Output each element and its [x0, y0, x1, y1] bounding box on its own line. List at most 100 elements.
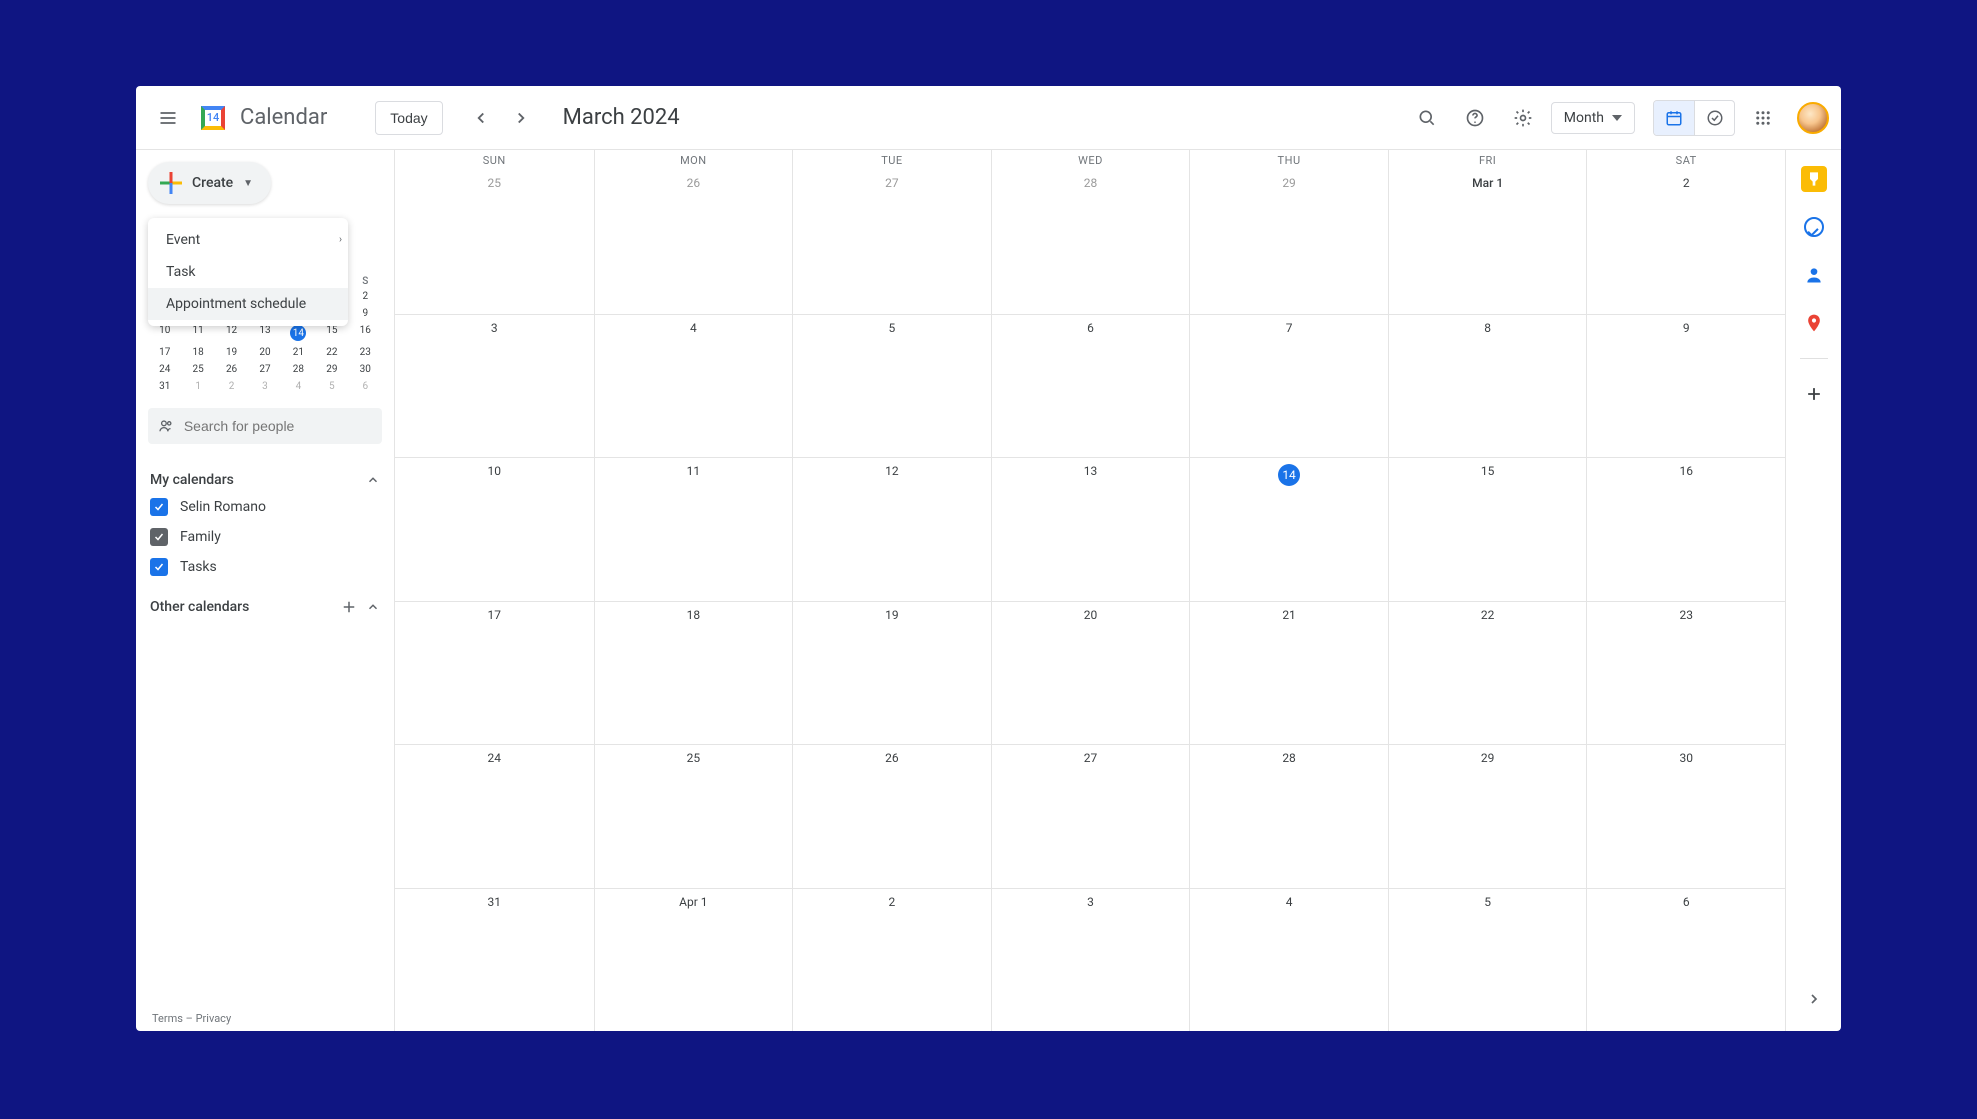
collapse-side-panel-button[interactable]	[1798, 983, 1830, 1015]
maps-button[interactable]	[1801, 310, 1827, 336]
today-button[interactable]: Today	[375, 101, 442, 135]
mini-day[interactable]: 4	[282, 379, 315, 394]
keep-button[interactable]	[1801, 166, 1827, 192]
month-day-cell[interactable]: 4	[594, 314, 793, 458]
addons-button[interactable]	[1801, 381, 1827, 407]
mini-day[interactable]: 24	[148, 362, 181, 377]
month-day-cell[interactable]: 5	[792, 314, 991, 458]
mini-day[interactable]: 30	[349, 362, 382, 377]
month-day-cell[interactable]: 6	[1586, 888, 1785, 1032]
calendar-checkbox[interactable]	[150, 528, 168, 546]
mini-day[interactable]: 2	[349, 289, 382, 304]
month-day-cell[interactable]: 17	[395, 601, 594, 745]
calendar-mode-button[interactable]	[1654, 101, 1694, 135]
month-day-cell[interactable]: 30	[1586, 744, 1785, 888]
month-day-cell[interactable]: 26	[594, 170, 793, 314]
other-calendars-toggle[interactable]: Other calendars	[148, 594, 382, 620]
mini-day[interactable]: 22	[315, 345, 348, 360]
month-day-cell[interactable]: 24	[395, 744, 594, 888]
mini-day[interactable]: 29	[315, 362, 348, 377]
month-day-cell[interactable]: 15	[1388, 457, 1587, 601]
month-day-cell[interactable]: 19	[792, 601, 991, 745]
month-day-cell[interactable]: 25	[594, 744, 793, 888]
tasks-mode-button[interactable]	[1694, 101, 1734, 135]
mini-day[interactable]: 19	[215, 345, 248, 360]
month-day-cell[interactable]: 2	[792, 888, 991, 1032]
mini-day[interactable]: 16	[349, 323, 382, 343]
month-day-cell[interactable]: 28	[991, 170, 1190, 314]
mini-day[interactable]: 31	[148, 379, 181, 394]
mini-day[interactable]: 26	[215, 362, 248, 377]
calendar-item[interactable]: Family	[148, 522, 382, 552]
mini-day[interactable]: 17	[148, 345, 181, 360]
month-day-cell[interactable]: 5	[1388, 888, 1587, 1032]
month-day-cell[interactable]: 13	[991, 457, 1190, 601]
month-day-cell[interactable]: 3	[395, 314, 594, 458]
contacts-button[interactable]	[1801, 262, 1827, 288]
search-people[interactable]	[148, 408, 382, 444]
tasks-button[interactable]	[1801, 214, 1827, 240]
menu-item-appointment[interactable]: Appointment schedule	[148, 288, 348, 320]
month-day-cell[interactable]: 21	[1189, 601, 1388, 745]
terms-link[interactable]: Terms	[152, 1012, 183, 1025]
menu-item-task[interactable]: Task	[148, 256, 348, 288]
menu-item-event[interactable]: Event ›	[148, 224, 348, 256]
search-people-input[interactable]	[184, 418, 372, 434]
month-day-cell[interactable]: 10	[395, 457, 594, 601]
month-day-cell[interactable]: 3	[991, 888, 1190, 1032]
month-day-cell[interactable]: 22	[1388, 601, 1587, 745]
settings-button[interactable]	[1503, 98, 1543, 138]
privacy-link[interactable]: Privacy	[196, 1012, 232, 1025]
mini-day[interactable]: 6	[349, 379, 382, 394]
mini-day[interactable]: 21	[282, 345, 315, 360]
account-avatar[interactable]	[1797, 102, 1829, 134]
mini-day[interactable]: 18	[181, 345, 214, 360]
mini-day[interactable]: 15	[315, 323, 348, 343]
month-day-cell[interactable]: 7	[1189, 314, 1388, 458]
month-day-cell[interactable]: 12	[792, 457, 991, 601]
mini-day[interactable]: 1	[181, 379, 214, 394]
mini-day[interactable]: 27	[248, 362, 281, 377]
mini-day[interactable]: 20	[248, 345, 281, 360]
create-button[interactable]: Create ▼	[148, 162, 271, 204]
month-day-cell[interactable]: 27	[991, 744, 1190, 888]
month-day-cell[interactable]: 25	[395, 170, 594, 314]
month-day-cell[interactable]: 4	[1189, 888, 1388, 1032]
month-day-cell[interactable]: 2	[1586, 170, 1785, 314]
month-day-cell[interactable]: 11	[594, 457, 793, 601]
calendar-checkbox[interactable]	[150, 558, 168, 576]
my-calendars-toggle[interactable]: My calendars	[148, 468, 382, 492]
help-button[interactable]	[1455, 98, 1495, 138]
prev-month-button[interactable]	[461, 98, 501, 138]
mini-day[interactable]: 13	[248, 323, 281, 343]
mini-day[interactable]: 3	[248, 379, 281, 394]
view-select[interactable]: Month	[1551, 102, 1635, 134]
search-button[interactable]	[1407, 98, 1447, 138]
calendar-item[interactable]: Selin Romano	[148, 492, 382, 522]
month-day-cell[interactable]: 29	[1388, 744, 1587, 888]
mini-day[interactable]: 2	[215, 379, 248, 394]
month-day-cell[interactable]: 8	[1388, 314, 1587, 458]
month-day-cell[interactable]: 26	[792, 744, 991, 888]
mini-day[interactable]: 10	[148, 323, 181, 343]
mini-day[interactable]: 9	[349, 306, 382, 321]
month-day-cell[interactable]: 18	[594, 601, 793, 745]
main-menu-button[interactable]	[148, 98, 188, 138]
plus-icon[interactable]	[340, 598, 358, 616]
mini-day[interactable]: 28	[282, 362, 315, 377]
month-day-cell[interactable]: 28	[1189, 744, 1388, 888]
google-apps-button[interactable]	[1743, 98, 1783, 138]
month-day-cell[interactable]: 29	[1189, 170, 1388, 314]
logo[interactable]: 14 Calendar	[196, 101, 327, 135]
mini-day[interactable]: 11	[181, 323, 214, 343]
mini-day[interactable]: 14	[282, 323, 315, 343]
mini-day[interactable]: 12	[215, 323, 248, 343]
month-day-cell[interactable]: 16	[1586, 457, 1785, 601]
month-day-cell[interactable]: Mar 1	[1388, 170, 1587, 314]
month-day-cell[interactable]: 27	[792, 170, 991, 314]
next-month-button[interactable]	[501, 98, 541, 138]
month-day-cell[interactable]: 23	[1586, 601, 1785, 745]
month-day-cell[interactable]: 31	[395, 888, 594, 1032]
month-day-cell[interactable]: 14	[1189, 457, 1388, 601]
calendar-item[interactable]: Tasks	[148, 552, 382, 582]
